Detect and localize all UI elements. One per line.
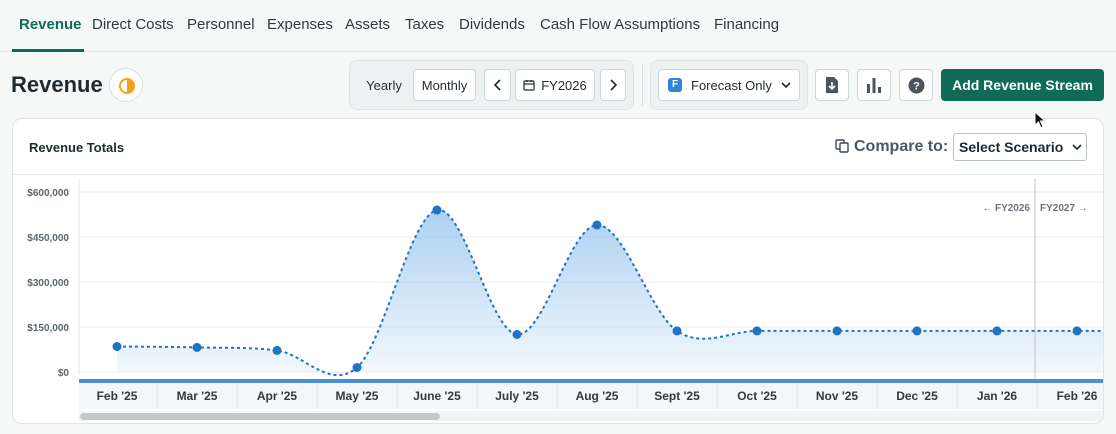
tab-financing[interactable]: Financing [714,16,779,33]
x-tick-label: Nov '25 [816,389,859,403]
revenue-chart: $600,000 $450,000 $300,000 $150,000 $0 ← FY20… [27,179,1103,409]
mouse-cursor-icon [1034,111,1046,129]
x-tick-label: Sept '25 [654,389,700,403]
calendar-icon [523,80,535,91]
active-tab-indicator [12,49,84,52]
fiscal-marker-right: FY2027 → [1040,203,1088,214]
add-revenue-stream-button[interactable]: Add Revenue Stream [941,69,1104,101]
data-point [752,326,762,336]
data-point [112,342,122,351]
data-point [672,326,682,336]
x-tick-label: July '25 [495,389,539,403]
chevron-down-icon [781,82,791,89]
svg-text:?: ? [913,80,920,92]
data-point [992,326,1002,336]
data-point [272,345,282,355]
x-tick-label: Apr '25 [257,389,298,403]
prev-period-button[interactable] [484,69,511,101]
download-icon [826,77,838,93]
fiscal-year-picker[interactable]: FY2026 [515,69,595,101]
x-tick-label: Jan '26 [977,389,1018,403]
period-controls: Yearly Monthly FY2026 [349,60,634,110]
y-tick-label: $150,000 [27,323,69,334]
filter-controls: F Forecast Only [650,60,808,110]
half-circle-icon [119,78,135,94]
data-point [192,342,202,352]
page-title: Revenue [11,72,103,97]
download-button[interactable] [815,69,849,101]
tab-assets[interactable]: Assets [345,16,390,33]
help-button[interactable]: ? [899,69,933,101]
tab-expenses[interactable]: Expenses [267,16,333,33]
x-tick-label: Feb '26 [1057,389,1098,403]
x-tick-label: Feb '25 [97,389,138,403]
help-icon: ? [908,77,924,93]
tab-taxes[interactable]: Taxes [405,16,444,33]
x-tick-label: Aug '25 [576,389,619,403]
tab-dividends[interactable]: Dividends [459,16,525,33]
chevron-left-icon [493,79,501,91]
monthly-toggle[interactable]: Monthly [413,69,476,101]
data-point [432,205,442,215]
data-point [352,363,362,372]
data-point [832,326,842,336]
next-period-button[interactable] [600,69,626,101]
tab-bar: Revenue Direct Costs Personnel Expenses … [0,0,1116,52]
x-tick-label: June '25 [413,389,461,403]
toolbar-divider [642,64,643,106]
y-tick-label: $600,000 [27,188,69,199]
x-axis-bar [79,379,1103,383]
tab-cash-flow-assumptions[interactable]: Cash Flow Assumptions [540,16,700,33]
chart-view-button[interactable] [857,69,891,101]
data-point [512,330,522,339]
data-point [592,220,602,230]
y-tick-label: $0 [58,368,70,379]
data-point [912,326,922,336]
forecast-badge-icon: F [668,78,682,92]
yearly-toggle[interactable]: Yearly [358,69,410,101]
status-badge[interactable] [109,68,143,102]
y-tick-label: $450,000 [27,233,69,244]
x-tick-label: Dec '25 [896,389,938,403]
x-tick-label: Oct '25 [737,389,777,403]
tab-revenue[interactable]: Revenue [19,16,82,33]
forecast-filter-dropdown[interactable]: F Forecast Only [658,69,800,101]
fiscal-year-label: FY2026 [541,77,587,93]
revenue-totals-card: Revenue Totals Compare to: Select Scenar… [12,118,1104,424]
tab-personnel[interactable]: Personnel [187,16,255,33]
y-tick-label: $300,000 [27,278,69,289]
x-tick-label: Mar '25 [177,389,218,403]
x-tick-label: May '25 [336,389,379,403]
forecast-filter-label: Forecast Only [691,77,772,93]
series-area [117,209,1103,376]
tab-direct-costs[interactable]: Direct Costs [92,16,174,33]
chart-scrollbar-thumb[interactable] [80,413,440,420]
data-point [1072,326,1082,336]
chevron-right-icon [610,79,618,91]
fiscal-marker-left: ← FY2026 [982,203,1030,214]
bar-chart-icon [867,78,881,93]
